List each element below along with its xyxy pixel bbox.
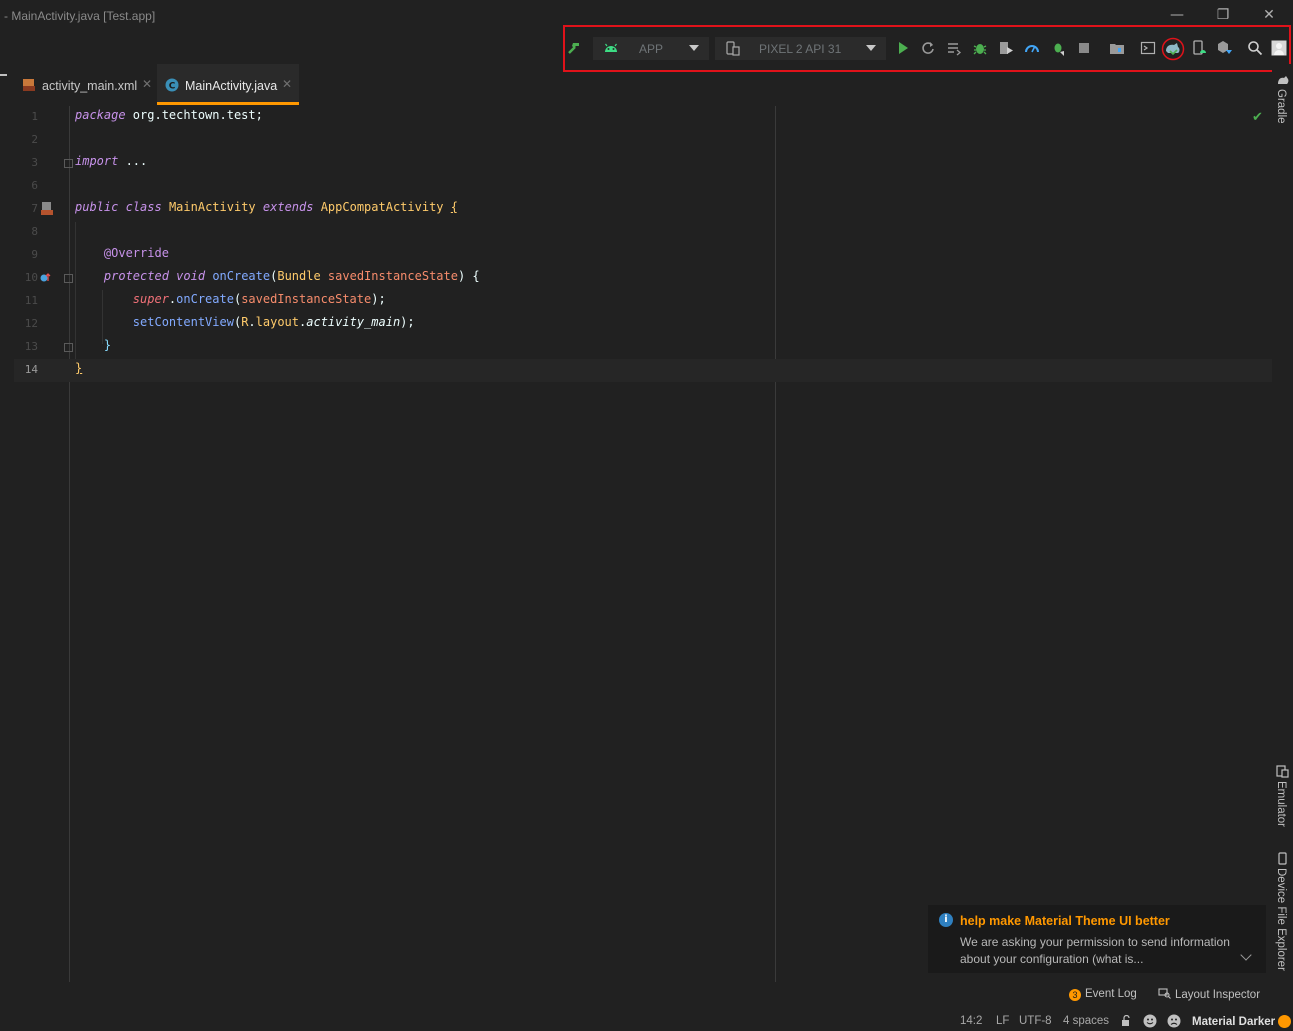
override-marker-icon[interactable] <box>39 272 51 284</box>
profile-icon[interactable] <box>1024 40 1040 56</box>
line-number: 6 <box>31 179 38 192</box>
code-line[interactable]: 6 <box>14 175 1272 198</box>
caret-position[interactable]: 14:2 <box>960 1015 982 1027</box>
code-line[interactable]: 13 } <box>14 336 1272 359</box>
project-structure-icon[interactable] <box>1109 40 1125 56</box>
svg-text:C: C <box>169 82 176 92</box>
line-number: 7 <box>31 202 38 215</box>
run-config-combo[interactable]: APP <box>593 37 709 60</box>
line-number: 11 <box>24 294 38 307</box>
code-line[interactable]: 12 setContentView(R.layout.activity_main… <box>14 313 1272 336</box>
line-number: 9 <box>31 248 38 261</box>
line-number: 8 <box>31 225 38 238</box>
gradle-icon <box>1278 76 1289 84</box>
stop-icon[interactable] <box>1076 40 1092 56</box>
chevron-down-icon <box>689 45 699 51</box>
android-icon <box>605 43 617 52</box>
sad-face-icon[interactable] <box>1167 1014 1181 1028</box>
no-problems-check-icon[interactable]: ✔ <box>1252 110 1263 125</box>
java-class-icon: C <box>165 78 179 92</box>
window-title: - MainActivity.java [Test.app] <box>4 9 156 23</box>
line-number: 1 <box>31 110 38 123</box>
layout-inspector-icon <box>1158 988 1171 999</box>
attach-debugger-icon[interactable] <box>1050 40 1066 56</box>
tab-label: MainActivity.java <box>185 79 278 93</box>
event-log-badge: 3 <box>1069 989 1081 1001</box>
notification-balloon[interactable]: i help make Material Theme UI better We … <box>928 905 1266 973</box>
code-line[interactable]: 11 super.onCreate(savedInstanceState); <box>14 290 1272 313</box>
code-line[interactable]: 10 protected void onCreate(Bundle savedI… <box>14 267 1272 290</box>
account-icon[interactable] <box>1271 40 1287 56</box>
code-line-current[interactable]: 14 } <box>14 359 1272 382</box>
make-project-icon[interactable] <box>566 40 582 56</box>
code-line[interactable]: 8 <box>14 221 1272 244</box>
xml-file-icon <box>23 79 35 91</box>
search-icon[interactable] <box>1247 40 1263 56</box>
sync-gradle-icon[interactable] <box>1161 37 1185 61</box>
fold-expand-icon[interactable] <box>64 159 73 168</box>
run-with-coverage-icon[interactable] <box>998 40 1014 56</box>
left-panel-handle[interactable] <box>0 74 7 76</box>
code-line[interactable]: 3 import ... <box>14 152 1272 175</box>
device-file-explorer-tool-window[interactable]: Device File Explorer <box>1275 868 1287 971</box>
line-separator[interactable]: LF <box>996 1015 1009 1027</box>
line-number: 13 <box>24 340 38 353</box>
code-line[interactable]: 1 package org.techtown.test; <box>14 106 1272 129</box>
debug-icon[interactable] <box>972 40 988 56</box>
event-log-label: Event Log <box>1085 988 1137 1000</box>
happy-face-icon[interactable] <box>1143 1014 1157 1028</box>
apply-changes-icon[interactable] <box>920 40 936 56</box>
line-number: 10 <box>24 271 38 284</box>
emulator-icon <box>1276 765 1289 778</box>
line-number: 3 <box>31 156 38 169</box>
tab-mainactivity-java[interactable]: C MainActivity.java ✕ <box>157 64 299 105</box>
device-label: PIXEL 2 API 31 <box>759 42 842 56</box>
device-file-explorer-icon <box>1278 852 1287 865</box>
code-line[interactable]: 2 <box>14 129 1272 152</box>
terminal-icon[interactable] <box>1140 40 1156 56</box>
line-number: 12 <box>24 317 38 330</box>
line-number: 14 <box>24 363 38 376</box>
layout-inspector-label: Layout Inspector <box>1175 989 1261 1001</box>
fold-end-icon[interactable] <box>64 343 73 352</box>
run-config-label: APP <box>639 42 664 56</box>
info-icon: i <box>939 913 953 927</box>
theme-name[interactable]: Material Darker <box>1192 1016 1275 1028</box>
chevron-down-icon[interactable] <box>1240 949 1252 961</box>
sdk-manager-icon[interactable] <box>1216 40 1232 56</box>
tab-activity-main-xml[interactable]: activity_main.xml ✕ <box>14 64 156 105</box>
tab-label: activity_main.xml <box>42 79 138 93</box>
close-tab-icon[interactable]: ✕ <box>282 77 292 91</box>
right-tool-window-bar <box>1272 64 1293 982</box>
device-icon <box>726 41 740 56</box>
line-number: 2 <box>31 133 38 146</box>
gradle-tool-window[interactable]: Gradle <box>1275 89 1287 124</box>
code-line[interactable]: 7 public class MainActivity extends AppC… <box>14 198 1272 221</box>
close-tab-icon[interactable]: ✕ <box>142 77 152 91</box>
file-encoding[interactable]: UTF-8 <box>1019 1015 1052 1027</box>
apply-code-changes-icon[interactable] <box>946 40 962 56</box>
device-manager-icon[interactable] <box>1191 40 1207 56</box>
run-icon[interactable] <box>895 40 911 56</box>
code-line[interactable]: 9 @Override <box>14 244 1272 267</box>
event-log-tool-window[interactable]: 3 Event Log <box>1069 988 1137 1001</box>
notifications-indicator-icon[interactable] <box>1278 1015 1291 1028</box>
notification-title[interactable]: help make Material Theme UI better <box>960 914 1170 928</box>
emulator-tool-window[interactable]: Emulator <box>1275 781 1287 827</box>
device-combo[interactable]: PIXEL 2 API 31 <box>715 37 886 60</box>
indent-setting[interactable]: 4 spaces <box>1063 1015 1109 1027</box>
fold-collapse-icon[interactable] <box>64 274 73 283</box>
lock-icon[interactable] <box>1120 1015 1132 1027</box>
layout-file-gutter-icon[interactable] <box>40 201 54 216</box>
chevron-down-icon <box>866 45 876 51</box>
layout-inspector-tool-window[interactable]: Layout Inspector <box>1158 988 1260 1001</box>
notification-body: We are asking your permission to send in… <box>960 935 1230 966</box>
